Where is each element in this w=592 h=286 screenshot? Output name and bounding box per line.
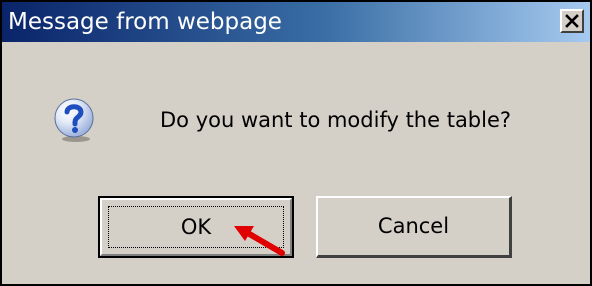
question-icon (54, 98, 94, 142)
close-icon (565, 14, 579, 28)
message-dialog: Message from webpage Do you want to modi… (0, 0, 592, 286)
cancel-button[interactable]: Cancel (316, 196, 512, 258)
dialog-title: Message from webpage (8, 9, 282, 35)
cancel-button-label: Cancel (377, 214, 450, 238)
dialog-message: Do you want to modify the table? (160, 108, 512, 132)
close-button[interactable] (560, 9, 584, 33)
ok-button-label: OK (180, 215, 212, 239)
ok-button[interactable]: OK (98, 196, 294, 258)
dialog-titlebar[interactable]: Message from webpage (2, 2, 590, 42)
